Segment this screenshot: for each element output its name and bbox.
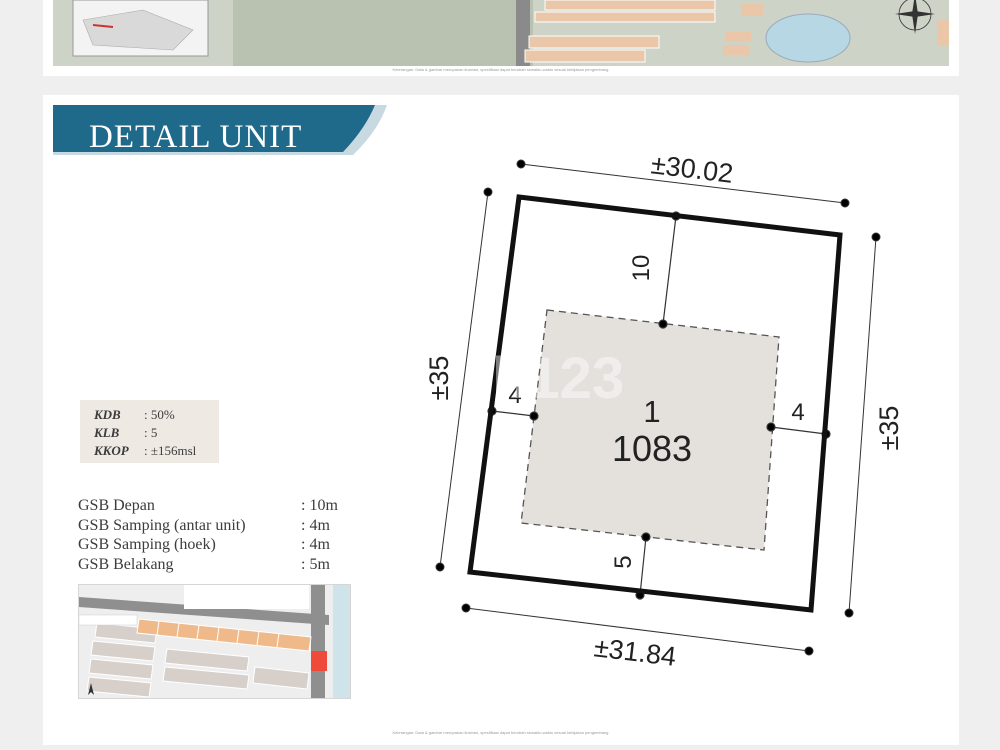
siteplan-panel: Keterangan: Data & gambar merupakan ilus… — [43, 0, 959, 76]
top-footnote: Keterangan: Data & gambar merupakan ilus… — [392, 67, 610, 72]
detail-unit-panel: DETAIL UNIT KDB : 50% KLB : 5 KKOP : ±15… — [43, 95, 959, 745]
dim-top-label: ±30.02 — [649, 149, 734, 189]
setback-front-label: 10 — [628, 255, 655, 282]
watermark-text: h123 — [492, 346, 625, 411]
setback-right-label: 4 — [791, 399, 804, 426]
unit-area: 1083 — [612, 428, 692, 469]
dim-right-label: ±35 — [874, 406, 904, 451]
dim-bottom-label: ±31.84 — [592, 632, 677, 672]
dim-left-label: ±35 — [424, 356, 454, 401]
siteplan-map-image — [53, 0, 949, 66]
lot-plan-drawing: ±30.02 ±31.84 ±35 ±35 10 5 4 4 1 1083 — [424, 149, 904, 672]
setback-back-label: 5 — [610, 555, 637, 568]
bottom-footnote: Keterangan: Data & gambar merupakan ilus… — [392, 730, 610, 735]
unit-number: 1 — [643, 394, 660, 429]
